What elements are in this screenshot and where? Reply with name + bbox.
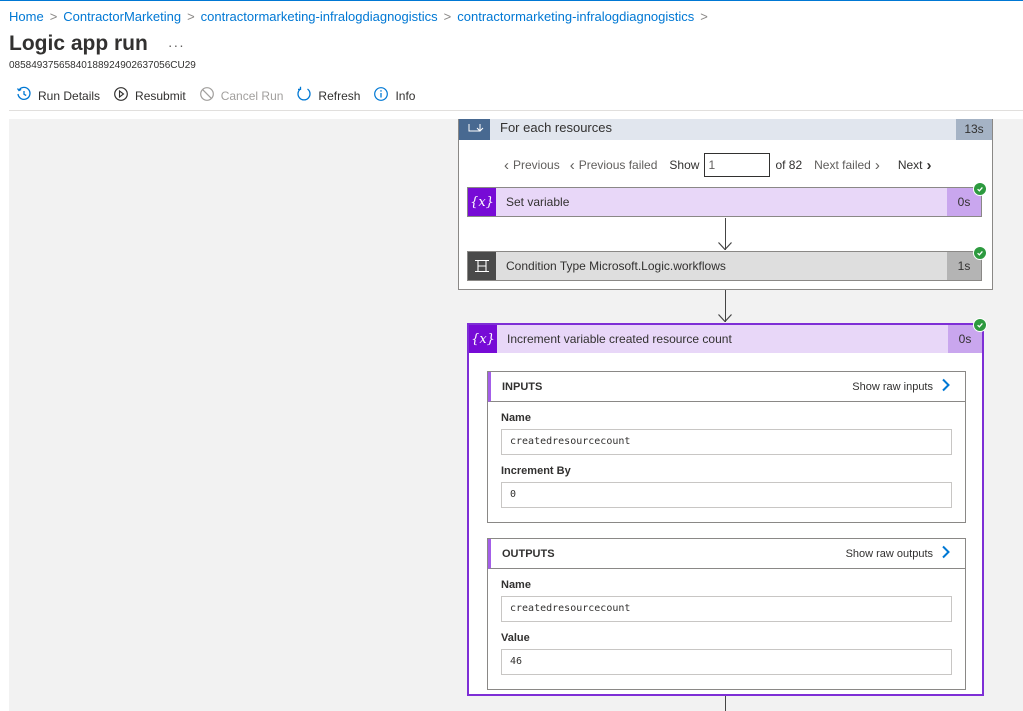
variable-icon: {x} <box>469 325 497 353</box>
condition-action[interactable]: Condition Type Microsoft.Logic.workflows… <box>467 251 982 281</box>
previous-failed-button[interactable]: ‹ Previous failed <box>570 157 658 174</box>
designer-canvas[interactable]: For each resources 13s ‹ Previous ‹ Prev… <box>9 119 1023 711</box>
inputs-title: INPUTS <box>502 380 543 393</box>
show-label: Show <box>669 158 700 172</box>
breadcrumb-run[interactable]: contractormarketing-infralogdiagnogistic… <box>457 9 694 24</box>
resubmit-button[interactable]: Resubmit <box>113 86 186 105</box>
condition-icon <box>468 252 496 280</box>
refresh-button[interactable]: Refresh <box>296 86 360 105</box>
toolbar-divider <box>9 110 1023 111</box>
action-label: Increment variable created resource coun… <box>507 332 732 346</box>
set-variable-action[interactable]: {x} Set variable 0s <box>467 187 982 217</box>
chevron-right-icon <box>941 378 951 395</box>
chevron-right-icon: › <box>874 156 880 174</box>
more-options-button[interactable]: ··· <box>168 37 185 53</box>
info-button[interactable]: Info <box>373 86 415 105</box>
foreach-title: For each resources <box>500 120 612 135</box>
run-details-label: Run Details <box>38 88 101 103</box>
foreach-header[interactable]: For each resources 13s <box>459 119 992 140</box>
foreach-duration: 13s <box>956 119 992 140</box>
title-row: Logic app run ··· <box>9 32 185 56</box>
previous-button[interactable]: ‹ Previous <box>504 157 560 174</box>
field-label: Name <box>501 412 531 424</box>
breadcrumb: Home > ContractorMarketing > contractormarke… <box>9 9 714 24</box>
show-raw-outputs-link[interactable]: Show raw outputs <box>846 545 951 562</box>
show-raw-inputs-label: Show raw inputs <box>852 380 933 393</box>
breadcrumb-separator: > <box>443 9 452 24</box>
success-check-icon <box>973 246 987 260</box>
next-failed-button[interactable]: Next failed › <box>814 157 880 174</box>
run-details-button[interactable]: Run Details <box>16 86 100 105</box>
resubmit-label: Resubmit <box>135 88 186 103</box>
breadcrumb-home[interactable]: Home <box>9 9 44 24</box>
info-label: Info <box>395 88 416 103</box>
field-value: 0 <box>501 482 952 508</box>
show-raw-inputs-link[interactable]: Show raw inputs <box>852 378 951 395</box>
refresh-label: Refresh <box>318 88 361 103</box>
resubmit-icon <box>113 86 129 105</box>
cancel-run-button[interactable]: Cancel Run <box>199 86 284 105</box>
iteration-pager: ‹ Previous ‹ Previous failed Show 1 of 8… <box>459 153 992 177</box>
field-label: Name <box>501 579 531 591</box>
outputs-header: OUTPUTS Show raw outputs <box>488 539 965 569</box>
success-check-icon <box>973 318 987 332</box>
page-title: Logic app run <box>9 32 148 55</box>
chevron-right-icon <box>941 545 951 562</box>
inputs-header: INPUTS Show raw inputs <box>488 372 965 402</box>
action-label: Condition Type Microsoft.Logic.workflows <box>506 259 726 273</box>
field-label: Increment By <box>501 465 571 477</box>
success-check-icon <box>973 182 987 196</box>
breadcrumb-logic-app[interactable]: contractormarketing-infralogdiagnogistic… <box>201 9 438 24</box>
previous-label: Previous <box>513 158 560 172</box>
arrow-down-icon <box>718 314 732 322</box>
chevron-right-icon: › <box>926 156 932 174</box>
action-label: Set variable <box>506 195 570 209</box>
toolbar: Run Details Resubmit Cancel Run Refresh … <box>16 86 415 105</box>
refresh-icon <box>296 86 312 105</box>
previous-failed-label: Previous failed <box>578 158 658 172</box>
breadcrumb-resource-group[interactable]: ContractorMarketing <box>63 9 181 24</box>
breadcrumb-separator: > <box>700 9 708 24</box>
cancel-icon <box>199 86 215 105</box>
inputs-panel: INPUTS Show raw inputs Name createdresou… <box>487 371 966 523</box>
breadcrumb-separator: > <box>187 9 195 24</box>
variable-icon: {x} <box>468 188 496 216</box>
foreach-icon <box>459 119 490 140</box>
field-value: 46 <box>501 649 952 675</box>
increment-variable-card[interactable]: {x} Increment variable created resource … <box>467 323 984 696</box>
iteration-input[interactable]: 1 <box>704 153 771 177</box>
top-accent-line <box>0 0 1023 1</box>
next-failed-label: Next failed <box>814 158 871 172</box>
outputs-title: OUTPUTS <box>502 547 555 560</box>
chevron-left-icon: ‹ <box>569 156 575 174</box>
increment-variable-header[interactable]: {x} Increment variable created resource … <box>469 325 982 353</box>
info-icon <box>373 86 389 105</box>
field-value: createdresourcecount <box>501 596 952 622</box>
breadcrumb-separator: > <box>49 9 58 24</box>
next-button[interactable]: Next › <box>898 157 932 174</box>
cancel-run-label: Cancel Run <box>220 88 284 103</box>
arrow-down-icon <box>718 242 732 250</box>
history-icon <box>16 86 32 105</box>
chevron-left-icon: ‹ <box>504 156 509 174</box>
outputs-panel: OUTPUTS Show raw outputs Name createdres… <box>487 538 966 690</box>
show-raw-outputs-label: Show raw outputs <box>845 547 933 560</box>
iteration-total: of 82 <box>775 158 803 172</box>
next-label: Next <box>897 158 923 172</box>
field-label: Value <box>501 632 530 644</box>
connector-line <box>725 696 726 711</box>
run-id: 08584937565840188924902637056CU29 <box>9 60 196 71</box>
field-value: createdresourcecount <box>501 429 952 455</box>
